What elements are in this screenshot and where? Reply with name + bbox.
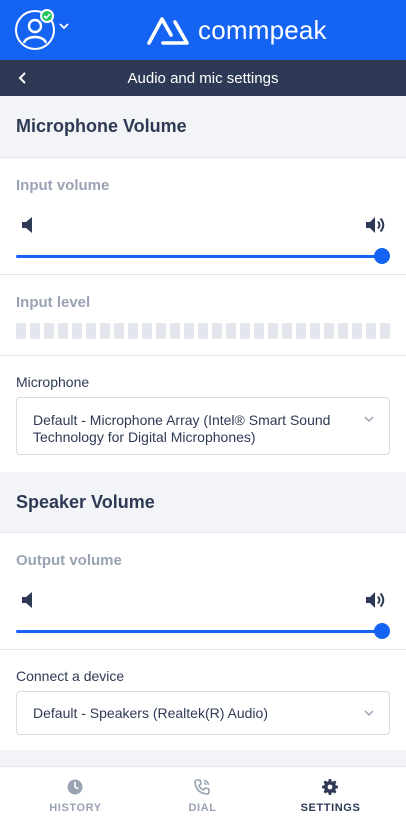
level-meter-segment [380,323,390,339]
volume-low-icon [22,217,32,233]
level-meter-segment [170,323,180,339]
input-level-label: Input level [16,294,91,311]
level-meter-segment [30,323,40,339]
level-meter-segment [72,323,82,339]
clock-icon [67,779,83,795]
page-header: Audio and mic settings [0,60,406,96]
level-meter-segment [44,323,54,339]
level-meter-segment [58,323,68,339]
level-meter-segment [324,323,334,339]
chevron-down-icon [364,710,374,717]
microphone-select-value: Default - Microphone Array (Intel® Smart… [33,412,331,445]
level-meter-segment [212,323,222,339]
level-meter-segment [226,323,236,339]
page-title: Audio and mic settings [127,70,279,87]
output-device-select[interactable]: Default - Speakers (Realtek(R) Audio) [16,691,390,735]
volume-high-icon [366,217,385,233]
divider [0,274,406,275]
level-meter-segment [254,323,264,339]
nav-settings-label: SETTINGS [300,802,361,814]
section-title: Microphone Volume [16,116,187,136]
level-meter-segment [268,323,278,339]
divider [0,355,406,356]
brand-name: commpeak [198,14,327,45]
input-volume-label: Input volume [16,177,110,194]
level-meter-segment [142,323,152,339]
phone-icon [194,779,210,795]
online-status-icon [40,9,54,23]
level-meter-segment [366,323,376,339]
input-level-meter [16,323,390,339]
bottom-nav: HISTORY DIAL SETTINGS [0,766,406,820]
input-volume-slider-thumb[interactable] [374,248,390,264]
output-volume-label: Output volume [16,552,122,569]
divider [0,649,406,650]
level-meter-segment [100,323,110,339]
chevron-down-icon[interactable] [58,20,70,32]
divider [0,157,406,158]
microphone-label: Microphone [16,374,90,390]
level-meter-segment [296,323,306,339]
level-meter-segment [156,323,166,339]
level-meter-segment [352,323,362,339]
brand-logo: commpeak [146,12,327,48]
gear-icon [322,779,338,795]
volume-low-icon [22,592,32,608]
output-device-select-value: Default - Speakers (Realtek(R) Audio) [33,705,268,721]
level-meter-segment [338,323,348,339]
nav-history[interactable]: HISTORY [8,767,143,820]
level-meter-segment [198,323,208,339]
level-meter-segment [240,323,250,339]
profile-avatar[interactable] [15,9,55,50]
level-meter-segment [114,323,124,339]
nav-history-label: HISTORY [49,802,102,814]
top-bar: commpeak [0,0,406,60]
output-volume-slider-thumb[interactable] [374,623,390,639]
chevron-down-icon [364,416,374,423]
input-volume-slider[interactable] [16,255,382,258]
microphone-select[interactable]: Default - Microphone Array (Intel® Smart… [16,397,390,455]
level-meter-segment [310,323,320,339]
nav-dial[interactable]: DIAL [135,767,270,820]
microphone-section-header: Microphone Volume [0,96,406,157]
commpeak-logo-icon [147,17,189,45]
output-volume-slider[interactable] [16,630,382,633]
section-title: Speaker Volume [16,492,155,512]
speaker-section-header: Speaker Volume [0,472,406,533]
nav-dial-label: DIAL [188,802,217,814]
level-meter-segment [128,323,138,339]
level-meter-segment [16,323,26,339]
level-meter-segment [282,323,292,339]
level-meter-segment [184,323,194,339]
divider [0,532,406,533]
volume-high-icon [366,592,385,608]
level-meter-segment [86,323,96,339]
nav-settings[interactable]: SETTINGS [263,767,398,820]
device-label: Connect a device [16,668,125,684]
